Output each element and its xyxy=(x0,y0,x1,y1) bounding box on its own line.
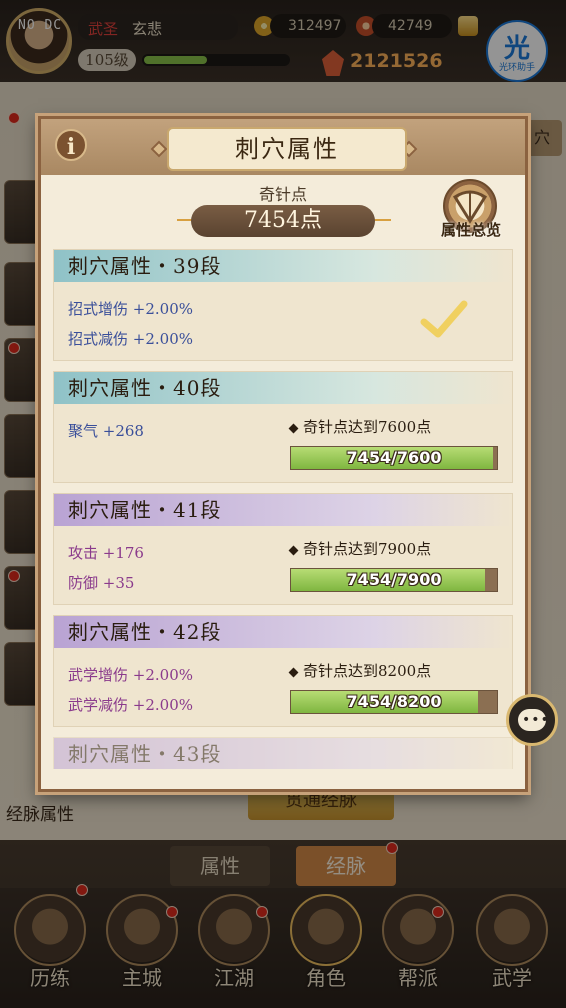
tier-stat: 攻击 +176 xyxy=(68,544,144,562)
tier-stat: 聚气 +268 xyxy=(68,422,144,440)
tier-title: 刺穴属性・39段 xyxy=(54,250,512,282)
tier-title: 刺穴属性・43段 xyxy=(54,738,512,769)
bullet-icon xyxy=(288,667,299,677)
requirement-text: 奇针点达到7600点 xyxy=(303,418,432,436)
tier-card-43: 刺穴属性・43段 xyxy=(53,737,513,769)
tier-card-40: 刺穴属性・40段 聚气 +268 奇针点达到7600点 7454/7600 xyxy=(53,371,513,483)
modal-title: 刺穴属性 xyxy=(167,127,407,171)
acupoint-attributes-modal: i 刺穴属性 奇针点 7454点 属性总览 刺穴属性・39段 招式增伤 +2.0… xyxy=(38,116,528,792)
progress-text: 7454/7600 xyxy=(346,448,442,467)
overview-label: 属性总览 xyxy=(440,221,501,239)
chat-dots: ••• xyxy=(522,712,550,728)
progress-text: 7454/8200 xyxy=(346,692,442,711)
tier-stat: 武学减伤 +2.00% xyxy=(68,696,193,714)
tier-card-42: 刺穴属性・42段 武学增伤 +2.00% 武学减伤 +2.00% 奇针点达到82… xyxy=(53,615,513,727)
tier-card-39: 刺穴属性・39段 招式增伤 +2.00% 招式减伤 +2.00% xyxy=(53,249,513,361)
tier-list[interactable]: 刺穴属性・39段 招式增伤 +2.00% 招式减伤 +2.00% 刺穴属性・40… xyxy=(53,249,513,769)
tier-stat: 武学增伤 +2.00% xyxy=(68,666,193,684)
requirement-text: 奇针点达到8200点 xyxy=(303,662,432,680)
info-icon[interactable]: i xyxy=(55,129,87,161)
tier-requirement: 奇针点达到7600点 xyxy=(288,416,432,437)
requirement-text: 奇针点达到7900点 xyxy=(303,540,432,558)
tier-title: 刺穴属性・41段 xyxy=(54,494,512,526)
tier-title: 刺穴属性・42段 xyxy=(54,616,512,648)
tier-requirement: 奇针点达到8200点 xyxy=(288,660,432,681)
progress-text: 7454/7900 xyxy=(346,570,442,589)
progress-bar: 7454/7600 xyxy=(290,446,498,470)
tier-stat: 招式减伤 +2.00% xyxy=(68,330,193,348)
completed-check-icon xyxy=(420,300,468,338)
attributes-overview-button[interactable]: 属性总览 xyxy=(433,179,509,243)
tier-stat: 招式增伤 +2.00% xyxy=(68,300,193,318)
tier-requirement: 奇针点达到7900点 xyxy=(288,538,432,559)
progress-bar: 7454/8200 xyxy=(290,690,498,714)
chat-button[interactable]: ••• xyxy=(506,694,558,746)
bullet-icon xyxy=(288,423,299,433)
tier-stat: 防御 +35 xyxy=(68,574,135,592)
tier-card-41: 刺穴属性・41段 攻击 +176 防御 +35 奇针点达到7900点 7454/… xyxy=(53,493,513,605)
tier-title: 刺穴属性・40段 xyxy=(54,372,512,404)
points-value: 7454点 xyxy=(191,205,375,237)
bullet-icon xyxy=(288,545,299,555)
progress-bar: 7454/7900 xyxy=(290,568,498,592)
